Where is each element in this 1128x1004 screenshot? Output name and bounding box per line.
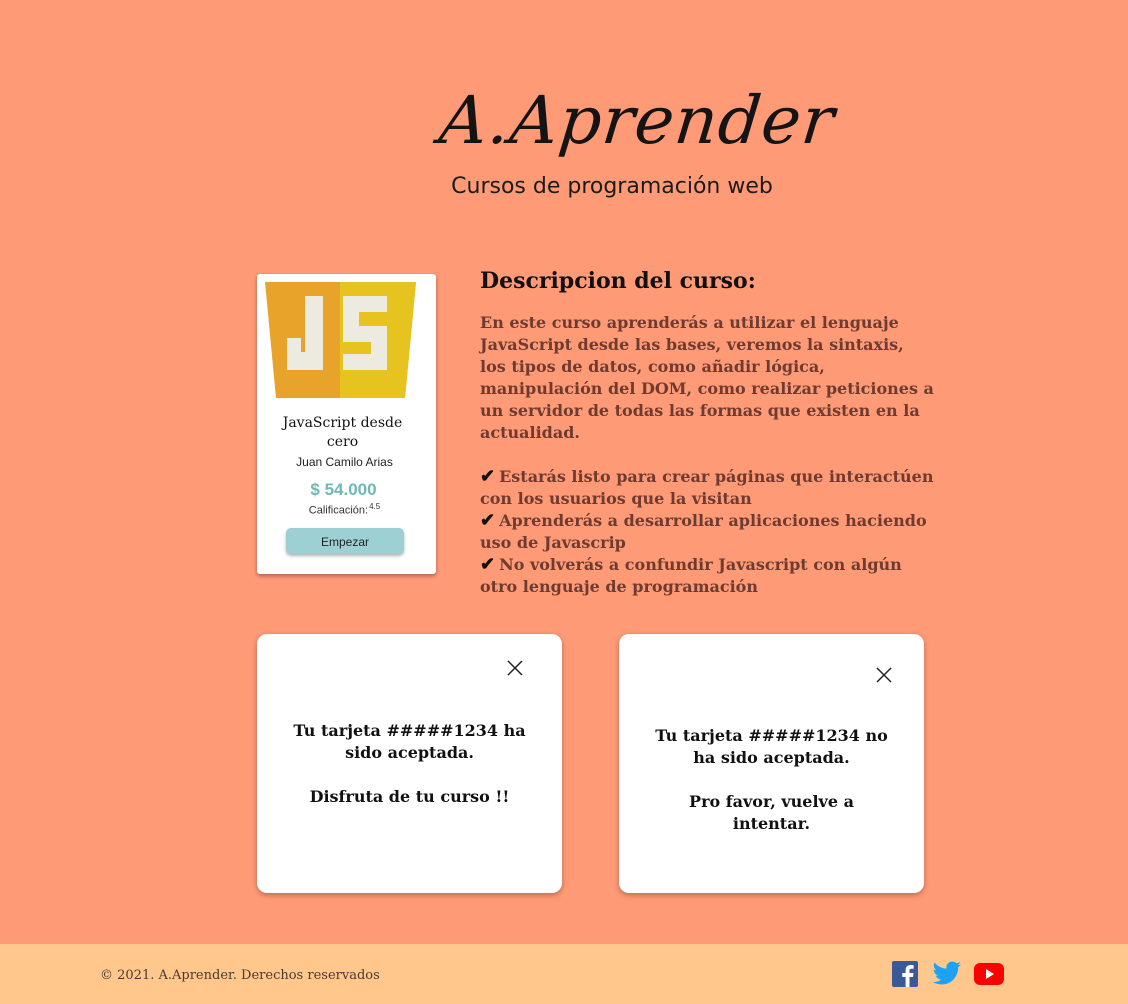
description-heading: Descripcion del curso:	[480, 268, 756, 294]
course-price: $ 54.000	[310, 480, 377, 499]
benefit-text: Aprenderás a desarrollar aplicaciones ha…	[480, 511, 927, 552]
course-title: JavaScript desde cero	[282, 415, 403, 450]
success-message-sub: Disfruta de tu curso !!	[309, 787, 510, 806]
site-tagline: Cursos de programación web	[451, 174, 773, 199]
close-icon[interactable]	[505, 658, 525, 678]
benefit-text: No volverás a confundir Javascript con a…	[480, 555, 902, 596]
benefit-item: ✔ Aprenderás a desarrollar aplicaciones h…	[480, 510, 935, 554]
site-footer: © 2021. A.Aprender. Derechos reservados	[0, 944, 1128, 1004]
success-message: Tu tarjeta #####1234 ha sido aceptada. D…	[287, 720, 532, 808]
close-success-modal-button[interactable]	[505, 658, 525, 678]
payment-success-modal: Tu tarjeta #####1234 ha sido aceptada. D…	[257, 634, 562, 893]
payment-error-modal: Tu tarjeta #####1234 no ha sido aceptada…	[619, 634, 924, 893]
copyright-text: © 2021. A.Aprender. Derechos reservados	[100, 968, 380, 983]
error-message-main: Tu tarjeta #####1234 no ha sido aceptada…	[655, 726, 888, 767]
error-message-sub: Pro favor, vuelve a intentar.	[689, 792, 854, 833]
benefits-list: ✔ Estarás listo para crear páginas que in…	[480, 466, 935, 598]
check-icon: ✔	[480, 554, 496, 575]
twitter-icon[interactable]	[932, 959, 962, 989]
course-card: JavaScript desde cero Juan Camilo Arias …	[257, 274, 436, 574]
close-icon[interactable]	[874, 665, 894, 685]
site-logo[interactable]: A.Aprender	[436, 82, 839, 159]
benefit-item: ✔ No volverás a confundir Javascript con …	[480, 554, 935, 598]
rating-label: Calificación:	[308, 504, 369, 517]
facebook-icon[interactable]	[892, 959, 922, 989]
error-message: Tu tarjeta #####1234 no ha sido aceptada…	[649, 725, 894, 835]
youtube-icon[interactable]	[974, 959, 1004, 989]
rating-value: 4.5	[369, 502, 381, 511]
course-author: Juan Camilo Arias	[296, 455, 393, 469]
check-icon: ✔	[480, 466, 496, 487]
benefit-text: Estarás listo para crear páginas que int…	[480, 467, 934, 508]
start-course-button[interactable]: Empezar	[286, 528, 404, 554]
success-message-main: Tu tarjeta #####1234 ha sido aceptada.	[293, 721, 526, 762]
benefit-item: ✔ Estarás listo para crear páginas que in…	[480, 466, 935, 510]
description-body: En este curso aprenderás a utilizar el l…	[480, 313, 934, 442]
course-description: Descripcion del curso: En este curso apr…	[480, 268, 935, 598]
check-icon: ✔	[480, 510, 496, 531]
close-error-modal-button[interactable]	[874, 665, 894, 685]
course-rating: Calificación:4.5	[277, 502, 412, 517]
javascript-logo-icon	[265, 282, 416, 398]
